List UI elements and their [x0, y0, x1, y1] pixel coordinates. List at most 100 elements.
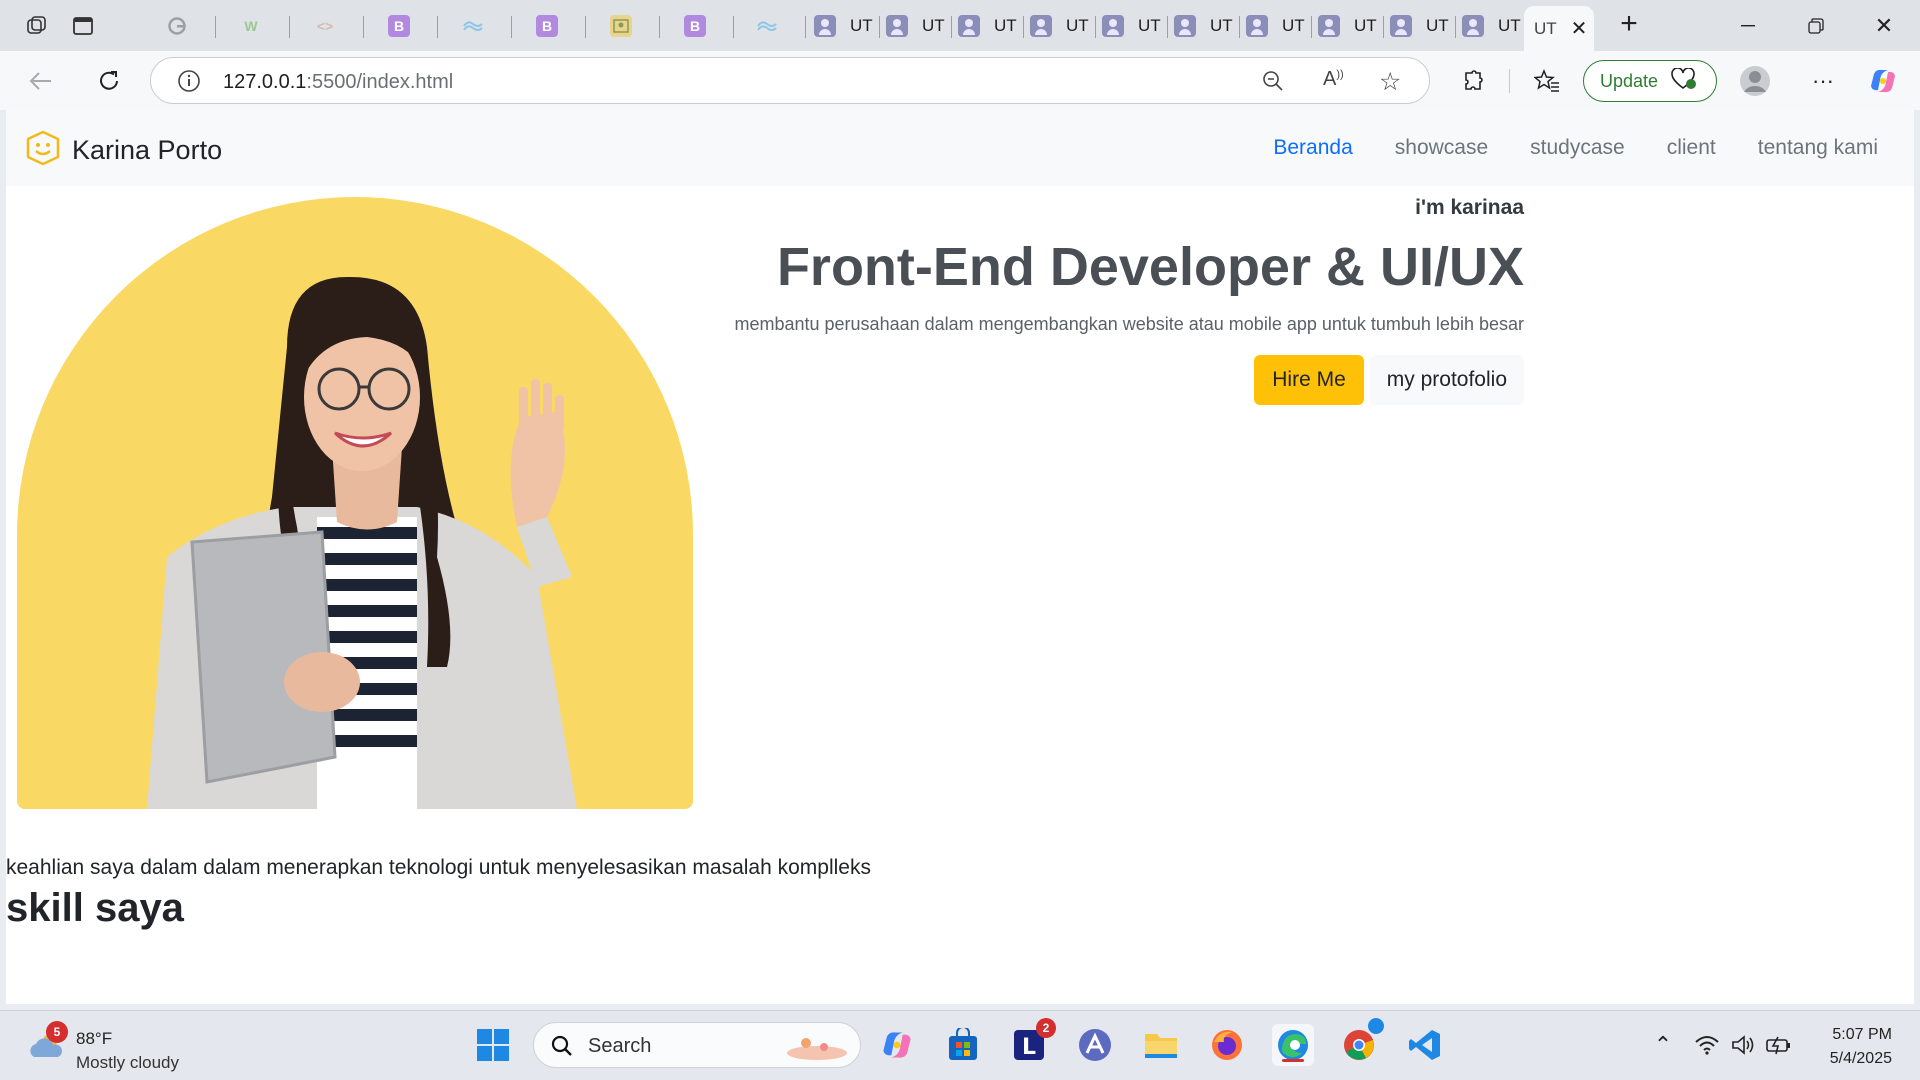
code-icon: <>	[316, 18, 334, 34]
update-button[interactable]: Update	[1583, 60, 1717, 102]
tab-image[interactable]	[588, 8, 660, 44]
hero-image	[17, 197, 693, 809]
tab-title: UT	[994, 16, 1017, 35]
tab-ut-2[interactable]: UT	[882, 8, 952, 44]
edge-browser-icon[interactable]	[1272, 1024, 1314, 1066]
tab-active[interactable]: UT ✕	[1524, 6, 1594, 51]
profile-photo-icon	[814, 15, 836, 37]
tab-code[interactable]: <>	[292, 8, 364, 44]
extensions-icon[interactable]	[1456, 64, 1490, 98]
tab-title: UT	[922, 16, 945, 35]
lens-app-icon[interactable]: L 2	[1008, 1018, 1056, 1066]
search-placeholder: Search	[588, 1035, 652, 1057]
system-clock[interactable]: 5:07 PM 5/4/2025	[1830, 1023, 1892, 1071]
back-icon[interactable]	[24, 64, 58, 98]
taskbar: 5 88°F Mostly cloudy Search L 2 ⌃ 5:07 P…	[0, 1010, 1920, 1080]
tab-ut-10[interactable]: UT	[1458, 8, 1528, 44]
tab-tailwind-2[interactable]	[736, 8, 806, 44]
nav-tentang-kami[interactable]: tentang kami	[1758, 136, 1878, 160]
weather-widget[interactable]: 5 88°F Mostly cloudy	[26, 1021, 216, 1072]
site-info-icon[interactable]	[177, 69, 201, 98]
more-menu-icon[interactable]: ···	[1806, 64, 1840, 98]
tab-bootstrap-3[interactable]: B	[662, 8, 734, 44]
close-tab-icon[interactable]: ✕	[1571, 16, 1588, 41]
arc-app-icon[interactable]	[1074, 1024, 1116, 1066]
tab-google[interactable]	[146, 8, 216, 44]
search-highlight-icon	[784, 1031, 850, 1066]
workspaces-icon[interactable]	[22, 12, 52, 40]
search-icon	[550, 1034, 574, 1063]
tab-strip: W <> B B B UT UT UT UT UT UT UT UT UT UT UT ✕ + ✕	[0, 0, 1920, 51]
weather-temp: 88°F	[76, 1029, 113, 1048]
chevron-up-icon[interactable]: ⌃	[1642, 1024, 1684, 1066]
tab-ut-5[interactable]: UT	[1098, 8, 1168, 44]
image-icon	[610, 15, 632, 37]
battery-charging-icon[interactable]	[1758, 1024, 1800, 1066]
close-window-icon[interactable]: ✕	[1854, 8, 1914, 44]
tab-tailwind-1[interactable]	[440, 8, 512, 44]
tab-ut-6[interactable]: UT	[1170, 8, 1240, 44]
brand-link[interactable]: Karina Porto	[24, 130, 222, 171]
url-host: 127.0.0.1	[223, 71, 307, 93]
skill-title: skill saya	[6, 886, 184, 930]
tab-title: UT	[1066, 16, 1089, 35]
tab-bootstrap-1[interactable]: B	[366, 8, 438, 44]
tab-title: UT	[1354, 16, 1377, 35]
microsoft-store-icon[interactable]	[942, 1024, 984, 1066]
tab-title: UT	[850, 16, 873, 35]
url-text[interactable]: 127.0.0.1:5500/index.html	[223, 71, 453, 94]
restore-icon[interactable]	[1786, 8, 1846, 44]
tab-title: UT	[1426, 16, 1449, 35]
profile-photo-icon	[1390, 15, 1412, 37]
tab-ut-8[interactable]: UT	[1314, 8, 1384, 44]
tab-bootstrap-2[interactable]: B	[514, 8, 586, 44]
nav-studycase[interactable]: studycase	[1530, 136, 1625, 160]
copilot-icon[interactable]	[1866, 64, 1900, 98]
nav-beranda[interactable]: Beranda	[1273, 136, 1352, 160]
vscode-icon[interactable]	[1404, 1024, 1446, 1066]
chrome-badge-icon	[1368, 1018, 1384, 1034]
read-aloud-icon[interactable]: A))	[1323, 68, 1344, 91]
heartbeat-icon	[1670, 66, 1698, 95]
tab-w[interactable]: W	[218, 8, 290, 44]
tab-ut-7[interactable]: UT	[1242, 8, 1312, 44]
nav-client[interactable]: client	[1667, 136, 1716, 160]
portfolio-button[interactable]: my protofolio	[1369, 355, 1524, 405]
profile-photo-icon	[1462, 15, 1484, 37]
chrome-icon[interactable]	[1338, 1018, 1384, 1066]
tab-ut-4[interactable]: UT	[1026, 8, 1096, 44]
new-tab-icon[interactable]: +	[1614, 7, 1644, 40]
profile-photo-icon	[1318, 15, 1340, 37]
profile-avatar-icon[interactable]	[1738, 64, 1772, 98]
hero-text-block: i'm karinaa Front-End Developer & UI/UX …	[686, 196, 1524, 405]
smiley-logo-icon	[24, 130, 62, 171]
skill-subtitle: keahlian saya dalam dalam menerapkan tek…	[6, 856, 871, 879]
woman-with-laptop-illustration	[147, 276, 577, 809]
hero-headline: Front-End Developer & UI/UX	[776, 237, 1524, 297]
favorites-icon[interactable]	[1530, 64, 1564, 98]
url-path: :5500/index.html	[306, 71, 454, 93]
address-bar[interactable]: 127.0.0.1:5500/index.html A)) ☆	[150, 57, 1430, 104]
tab-ut-3[interactable]: UT	[954, 8, 1024, 44]
firefox-icon[interactable]	[1206, 1024, 1248, 1066]
tab-ut-9[interactable]: UT	[1386, 8, 1456, 44]
refresh-icon[interactable]	[92, 64, 126, 98]
weather-badge: 5	[46, 1021, 68, 1043]
tab-ut-1[interactable]: UT	[810, 8, 880, 44]
minimize-icon[interactable]	[1718, 8, 1778, 44]
copilot-app-icon[interactable]	[876, 1024, 918, 1066]
windows-start-icon[interactable]	[472, 1024, 514, 1066]
hero-cta-row: Hire Me my protofolio	[686, 355, 1524, 405]
hire-me-button[interactable]: Hire Me	[1254, 355, 1364, 405]
taskbar-search[interactable]: Search	[533, 1022, 861, 1068]
brand-text: Karina Porto	[72, 135, 223, 165]
nav-showcase[interactable]: showcase	[1395, 136, 1488, 160]
browser-toolbar: 127.0.0.1:5500/index.html A)) ☆ Update ·…	[0, 51, 1920, 110]
file-explorer-icon[interactable]	[1140, 1024, 1182, 1066]
w-site-icon: W	[244, 18, 258, 34]
tab-title: UT	[1282, 16, 1305, 35]
zoom-icon[interactable]	[1261, 69, 1285, 98]
favorite-star-icon[interactable]: ☆	[1379, 67, 1401, 97]
update-label: Update	[1600, 70, 1659, 91]
tab-actions-icon[interactable]	[68, 12, 98, 40]
